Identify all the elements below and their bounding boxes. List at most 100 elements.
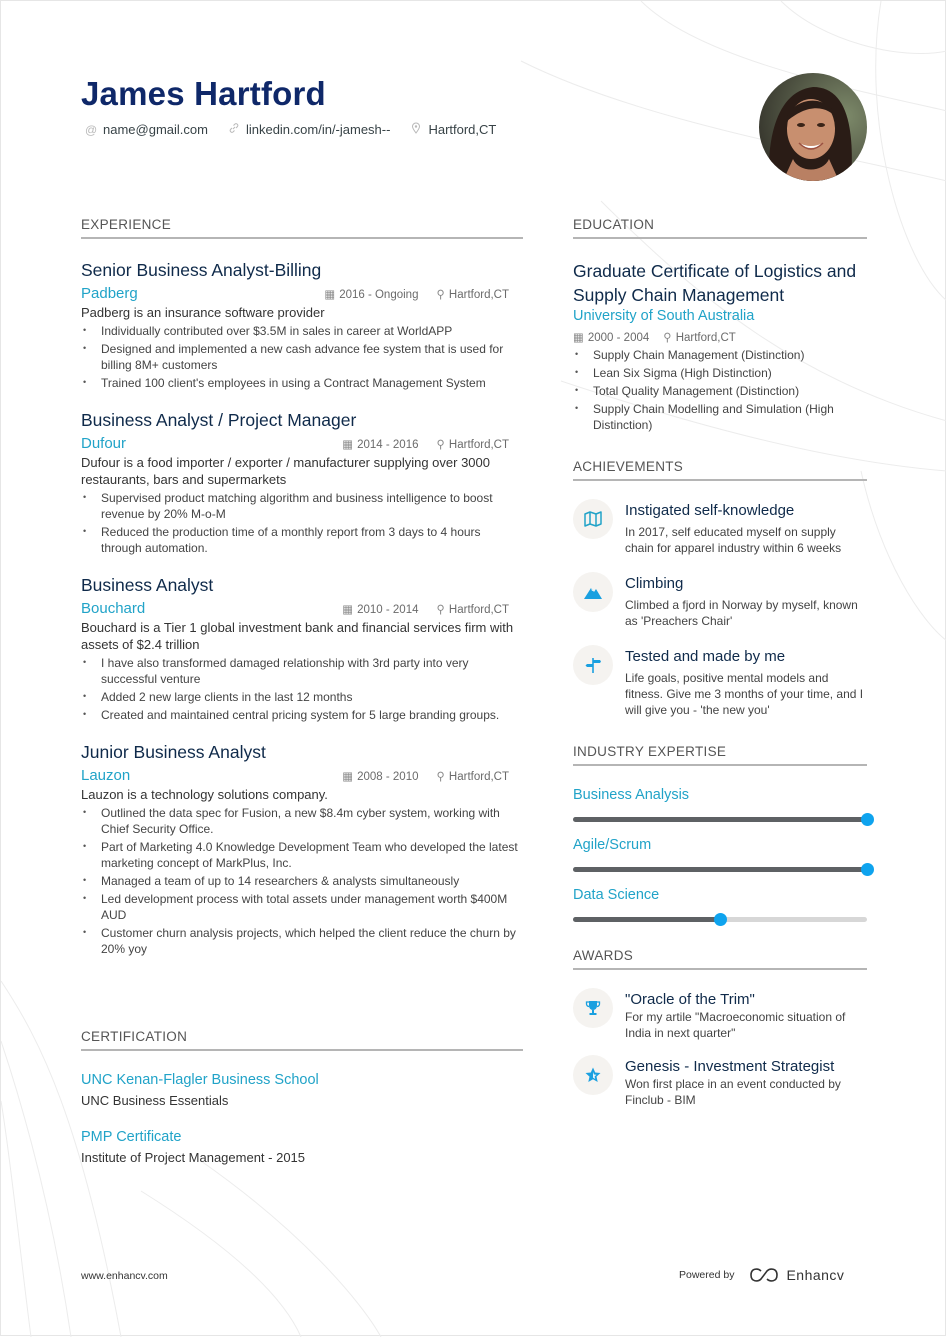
footer-branding: Powered by Enhancv (679, 1267, 844, 1283)
job-bullets: Supervised product matching algorithm an… (81, 489, 523, 556)
bullet-item: Managed a team of up to 14 researchers &… (81, 872, 523, 889)
contact-linkedin-text: linkedin.com/in/-jamesh-- (245, 122, 391, 137)
bullet-item: Reduced the production time of a monthly… (81, 523, 523, 556)
bullet-item: Part of Marketing 4.0 Knowledge Developm… (81, 838, 523, 871)
resume-page: James Hartford @ name@gmail.com linkedin… (0, 0, 946, 1337)
signpost-icon (573, 645, 613, 685)
bullet-item: Customer churn analysis projects, which … (81, 924, 523, 957)
bullet-item: Total Quality Management (Distinction) (573, 382, 867, 399)
contact-email[interactable]: @ name@gmail.com (85, 122, 208, 137)
contact-email-text: name@gmail.com (103, 122, 208, 137)
job-dates: 2016 - Ongoing (339, 289, 419, 301)
job-bullets: I have also transformed damaged relation… (81, 654, 523, 723)
powered-by-label: Powered by (679, 1269, 735, 1281)
award-title: "Oracle of the Trim" (625, 991, 755, 1008)
bullet-item: Trained 100 client's employees in using … (81, 374, 523, 391)
company-description: Dufour is a food importer / exporter / m… (81, 455, 490, 487)
company-description: Padberg is an insurance software provide… (81, 305, 325, 320)
job-entry: Business Analyst Bouchard ▦ 2010 - 2014 ⚲… (81, 574, 523, 723)
mountain-icon (573, 572, 613, 612)
award-description: For my artile "Macroeconomic situation o… (625, 1010, 846, 1040)
candidate-name: James Hartford (81, 75, 326, 112)
skill-level-knob (861, 863, 874, 876)
skill-item: Business Analysis (573, 786, 874, 826)
achievement-title: Instigated self-knowledge (625, 502, 795, 519)
achievement-title: Climbing (625, 575, 684, 592)
brand-name: Enhancv (786, 1267, 845, 1283)
degree-title: Graduate Certificate of Logistics and Su… (573, 261, 857, 305)
calendar-icon: ▦ (573, 332, 584, 344)
calendar-icon: ▦ (342, 439, 354, 451)
job-title: Senior Business Analyst-Billing (81, 260, 322, 280)
education-entry: Graduate Certificate of Logistics and Su… (573, 259, 867, 433)
location-pin-icon (410, 122, 422, 137)
trophy-icon (573, 988, 613, 1028)
expertise-section-title: INDUSTRY EXPERTISE (573, 744, 867, 766)
contact-location-text: Hartford,CT (428, 122, 497, 137)
calendar-icon: ▦ (342, 604, 354, 616)
experience-list: Senior Business Analyst-Billing Padberg … (81, 259, 523, 957)
enhancv-logo-icon (750, 1268, 779, 1282)
bullet-item: Outlined the data spec for Fusion, a new… (81, 804, 523, 837)
footer-website-link[interactable]: www.enhancv.com (81, 1270, 168, 1282)
skill-level-bar (573, 813, 874, 826)
achievement-item: Instigated self-knowledge In 2017, self … (573, 499, 867, 556)
certification-detail: UNC Business Essentials (81, 1093, 229, 1108)
company-description: Bouchard is a Tier 1 global investment b… (81, 620, 514, 652)
achievement-description: In 2017, self educated myself on supply … (625, 525, 842, 555)
certification-name: UNC Kenan-Flagler Business School (81, 1072, 319, 1088)
achievement-item: Climbing Climbed a fjord in Norway by my… (573, 572, 867, 629)
award-item: Genesis - Investment Strategist Won firs… (573, 1055, 867, 1108)
skill-level-bar (573, 913, 867, 926)
award-description: Won first place in an event conducted by… (625, 1077, 841, 1107)
certification-name: PMP Certificate (81, 1129, 182, 1145)
contact-linkedin[interactable]: linkedin.com/in/-jamesh-- (228, 122, 391, 137)
certification-section-title: CERTIFICATION (81, 1029, 523, 1051)
job-title: Business Analyst (81, 575, 214, 595)
bullet-item: Lean Six Sigma (High Distinction) (573, 364, 867, 381)
skill-item: Agile/Scrum (573, 836, 874, 876)
job-entry: Senior Business Analyst-Billing Padberg … (81, 259, 523, 391)
bullet-item: Individually contributed over $3.5M in s… (81, 322, 523, 339)
left-column: EXPERIENCE Senior Business Analyst-Billi… (81, 217, 523, 975)
job-dates: 2008 - 2010 (357, 771, 419, 783)
calendar-icon: ▦ (324, 289, 336, 301)
skill-level-knob (714, 913, 727, 926)
education-section-title: EDUCATION (573, 217, 867, 239)
education-dates: 2000 - 2004 (587, 332, 650, 344)
award-item: "Oracle of the Trim" For my artile "Macr… (573, 988, 867, 1041)
location-pin-icon: ⚲ (436, 289, 445, 301)
star-icon (573, 1055, 613, 1095)
contact-list: @ name@gmail.com linkedin.com/in/-jamesh… (85, 122, 496, 137)
experience-section-title: EXPERIENCE (81, 217, 523, 239)
achievements-section-title: ACHIEVEMENTS (573, 459, 867, 481)
company-name: Dufour (81, 435, 127, 452)
link-icon (228, 122, 240, 137)
skill-level-knob (861, 813, 874, 826)
bullet-item: Created and maintained central pricing s… (81, 706, 523, 723)
location-pin-icon: ⚲ (436, 771, 445, 783)
bullet-item: Led development process with total asset… (81, 890, 523, 923)
skill-level-fill (573, 917, 720, 922)
skill-name: Agile/Scrum (573, 837, 652, 853)
bullet-item: Supply Chain Management (Distinction) (573, 346, 867, 363)
job-dates: 2014 - 2016 (357, 439, 419, 451)
school-name: University of South Australia (573, 308, 755, 324)
right-column: EDUCATION Graduate Certificate of Logist… (573, 217, 874, 1124)
certification-detail: Institute of Project Management - 2015 (81, 1150, 306, 1165)
location-pin-icon: ⚲ (436, 439, 445, 451)
at-icon: @ (85, 122, 98, 137)
job-title: Junior Business Analyst (81, 742, 266, 762)
company-description: Lauzon is a technology solutions company… (81, 787, 328, 802)
contact-location: Hartford,CT (410, 122, 496, 137)
calendar-icon: ▦ (342, 771, 354, 783)
skill-item: Data Science (573, 886, 867, 926)
job-dates: 2010 - 2014 (357, 604, 419, 616)
bullet-item: I have also transformed damaged relation… (81, 654, 523, 687)
job-title: Business Analyst / Project Manager (81, 410, 357, 430)
enhancv-brand-link[interactable]: Enhancv (748, 1267, 844, 1283)
certification-item: UNC Kenan-Flagler Business School UNC Bu… (81, 1071, 523, 1110)
certification-section: CERTIFICATION UNC Kenan-Flagler Business… (81, 1029, 523, 1185)
job-bullets: Outlined the data spec for Fusion, a new… (81, 804, 523, 957)
bullet-item: Added 2 new large clients in the last 12… (81, 688, 523, 705)
